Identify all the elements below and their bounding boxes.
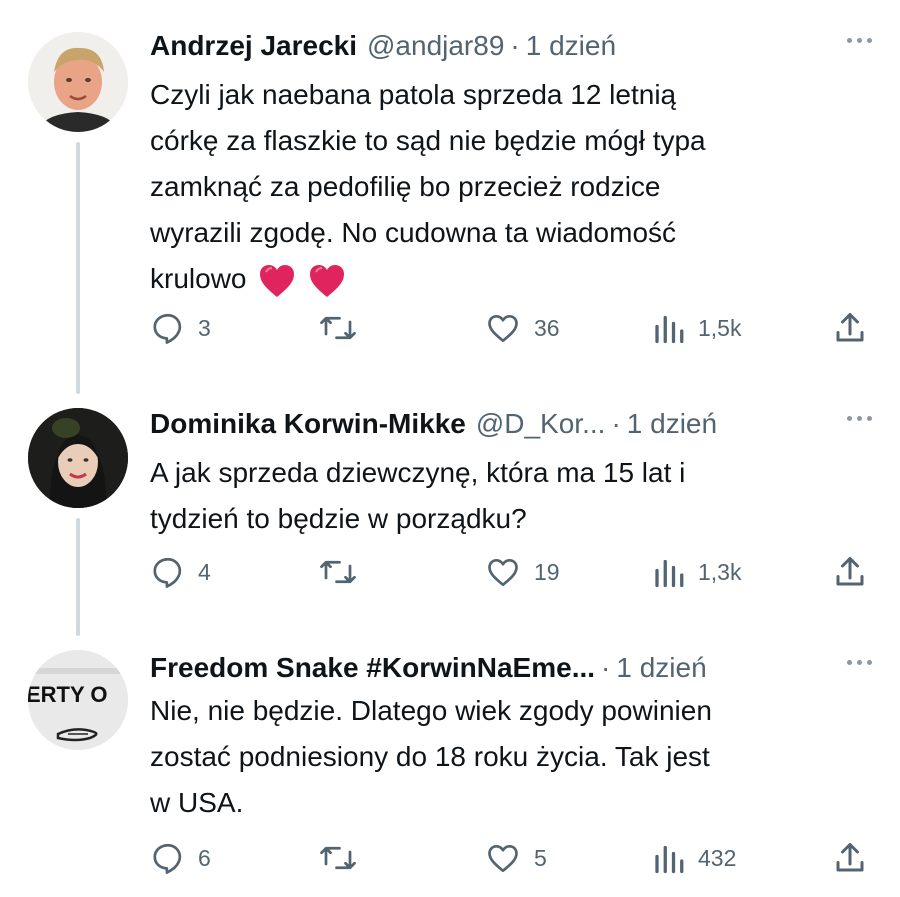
like-icon: [488, 844, 518, 873]
tweet-text: A jak sprzeda dziewczynę, która ma 15 la…: [150, 450, 850, 542]
tweet-text-line: Czyli jak naebana patola sprzeda 12 letn…: [150, 79, 677, 110]
tweet-text-line: tydzień to będzie w porządku?: [150, 503, 527, 534]
separator-dot: ·: [510, 30, 520, 61]
retweet-button[interactable]: [318, 838, 370, 878]
tweet-actions: 4 19 1,3k: [150, 552, 870, 592]
avatar[interactable]: [28, 408, 128, 508]
views-count: 432: [698, 844, 737, 871]
views-icon: [655, 315, 684, 344]
views-button[interactable]: 1,5k: [652, 308, 741, 348]
more-icon[interactable]: [847, 416, 872, 421]
avatar[interactable]: [28, 32, 128, 132]
retweet-button[interactable]: [318, 308, 370, 348]
tweet-2[interactable]: Dominika Korwin-Mikke @D_Kor... · 1 dzie…: [0, 402, 900, 642]
reply-count: 6: [198, 844, 211, 871]
reply-button[interactable]: 3: [150, 308, 211, 348]
like-button[interactable]: 5: [484, 838, 547, 878]
views-count: 1,5k: [698, 314, 742, 341]
tweet-text: Nie, nie będzie. Dlatego wiek zgody powi…: [150, 688, 850, 826]
like-count: 36: [534, 314, 560, 341]
retweet-icon: [320, 560, 356, 584]
thread-line: [76, 518, 80, 636]
author-name[interactable]: Dominika Korwin-Mikke: [150, 408, 466, 440]
views-button[interactable]: 432: [652, 838, 736, 878]
reply-icon: [153, 843, 182, 874]
like-button[interactable]: 19: [484, 552, 560, 592]
author-name[interactable]: Freedom Snake #KorwinNaEme...: [150, 652, 595, 684]
avatar-photo-dominika: [28, 408, 128, 508]
reply-icon: [153, 313, 182, 344]
tweet-text-line: krulowo: [150, 256, 850, 302]
reply-icon: [153, 557, 182, 588]
views-count: 1,3k: [698, 558, 742, 585]
author-handle[interactable]: @D_Kor...: [476, 408, 606, 440]
reply-count: 3: [198, 314, 211, 341]
like-button[interactable]: 36: [484, 308, 560, 348]
tweet-text-line: zostać podniesiony do 18 roku życia. Tak…: [150, 741, 710, 772]
tweet-text: Czyli jak naebana patola sprzeda 12 letn…: [150, 72, 850, 302]
avatar-logo-text: ERTY O: [28, 682, 108, 707]
timestamp[interactable]: 1 dzień: [616, 652, 706, 684]
like-count: 5: [534, 844, 547, 871]
timestamp[interactable]: 1 dzień: [526, 30, 616, 62]
tweet-text-line: A jak sprzeda dziewczynę, która ma 15 la…: [150, 457, 686, 488]
more-icon[interactable]: [847, 38, 872, 43]
tweet-text-line: córkę za flaszkie to sąd nie będzie mógł…: [150, 125, 706, 156]
thread-line: [76, 142, 80, 394]
timestamp[interactable]: 1 dzień: [627, 408, 717, 440]
avatar-logo-freedom-snake: ERTY O: [28, 650, 128, 750]
share-button[interactable]: [832, 838, 868, 878]
author-handle[interactable]: @andjar89: [367, 30, 504, 62]
tweet-text-line: wyrazili zgodę. No cudowna ta wiadomość: [150, 217, 677, 248]
avatar[interactable]: ERTY O: [28, 650, 128, 750]
views-icon: [655, 845, 684, 874]
like-count: 19: [534, 558, 560, 585]
heart-emoji: [260, 264, 295, 297]
share-button[interactable]: [832, 308, 868, 348]
tweet-text-line: zamknąć za pedofilię bo przecież rodzice: [150, 171, 661, 202]
retweet-button[interactable]: [318, 552, 370, 592]
share-icon: [836, 557, 864, 586]
tweet-text-line: Nie, nie będzie. Dlatego wiek zgody powi…: [150, 695, 712, 726]
separator-dot: ·: [611, 408, 621, 439]
retweet-icon: [320, 316, 356, 340]
share-button[interactable]: [832, 552, 868, 592]
like-icon: [488, 558, 518, 587]
tweet-actions: 6 5 432: [150, 838, 870, 878]
share-icon: [836, 313, 864, 342]
tweet-header: Dominika Korwin-Mikke @D_Kor... · 1 dzie…: [150, 404, 717, 444]
tweet-1[interactable]: Andrzej Jarecki @andjar89 · 1 dzień Czyl…: [0, 24, 900, 394]
views-icon: [655, 559, 684, 588]
tweet-3[interactable]: ERTY O Freedom Snake #KorwinNaEme... · 1…: [0, 646, 900, 897]
views-button[interactable]: 1,3k: [652, 552, 741, 592]
more-icon[interactable]: [847, 660, 872, 665]
author-name[interactable]: Andrzej Jarecki: [150, 30, 357, 62]
tweet-text-word: krulowo: [150, 263, 247, 294]
like-icon: [488, 314, 518, 343]
reply-count: 4: [198, 558, 211, 585]
reply-button[interactable]: 4: [150, 552, 211, 592]
tweet-text-line: w USA.: [150, 787, 244, 818]
reply-button[interactable]: 6: [150, 838, 211, 878]
tweet-header: Freedom Snake #KorwinNaEme... · 1 dzień: [150, 648, 707, 688]
retweet-icon: [320, 846, 356, 870]
heart-emoji: [310, 264, 345, 297]
tweet-actions: 3 36 1,5k: [150, 308, 870, 348]
share-icon: [836, 843, 864, 872]
tweet-header: Andrzej Jarecki @andjar89 · 1 dzień: [150, 26, 616, 66]
separator-dot: ·: [601, 652, 611, 683]
avatar-photo-andrzej: [28, 32, 128, 132]
